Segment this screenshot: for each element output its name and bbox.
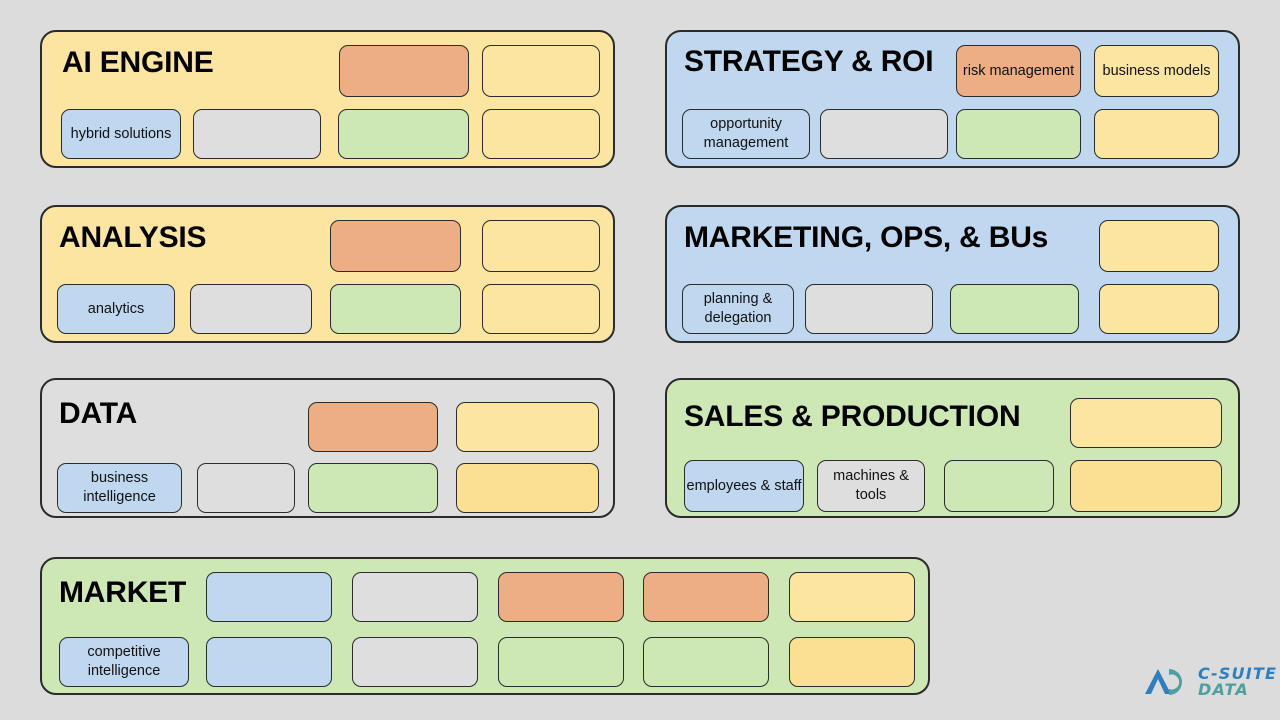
panel-title-marketing-ops-bus: MARKETING, OPS, & BUs [684, 221, 1049, 254]
cell-marketing-ops-bus-1[interactable]: planning & delegation [682, 284, 794, 334]
cell-analysis-0[interactable] [330, 220, 461, 272]
cell-label: business models [1102, 62, 1211, 79]
cell-sales-production-2[interactable]: machines & tools [817, 460, 925, 512]
cell-market-2[interactable] [498, 572, 624, 622]
cell-ai-engine-2[interactable]: hybrid solutions [61, 109, 181, 159]
cell-data-3[interactable] [197, 463, 295, 513]
panel-market[interactable]: MARKET competitive intelligence [40, 557, 930, 695]
cell-marketing-ops-bus-2[interactable] [805, 284, 933, 334]
cell-marketing-ops-bus-0[interactable] [1099, 220, 1219, 272]
cell-data-4[interactable] [308, 463, 438, 513]
cell-label: business intelligence [83, 470, 156, 505]
cell-market-5[interactable]: competitive intelligence [59, 637, 189, 687]
logo-line-2: DATA [1198, 680, 1249, 699]
panel-strategy-roi[interactable]: STRATEGY & ROI risk management business … [665, 30, 1240, 168]
cell-sales-production-1[interactable]: employees & staff [684, 460, 804, 512]
cell-label: hybrid solutions [70, 125, 172, 142]
panel-marketing-ops-bus[interactable]: MARKETING, OPS, & BUs planning & delegat… [665, 205, 1240, 343]
cell-label: opportunity management [703, 116, 789, 151]
cell-strategy-roi-0[interactable]: risk management [956, 45, 1081, 97]
cell-ai-engine-1[interactable] [482, 45, 600, 97]
cell-label: employees & staff [686, 477, 802, 494]
cell-sales-production-4[interactable] [1070, 460, 1222, 512]
cell-ai-engine-3[interactable] [193, 109, 321, 159]
cell-marketing-ops-bus-3[interactable] [950, 284, 1079, 334]
cell-strategy-roi-5[interactable] [1094, 109, 1219, 159]
panel-title-analysis: ANALYSIS [59, 221, 207, 254]
cell-label: machines & tools [833, 468, 909, 503]
cell-analysis-2[interactable]: analytics [57, 284, 175, 334]
cell-strategy-roi-4[interactable] [956, 109, 1081, 159]
logo-wordmark: C-SUITE DATA [1198, 666, 1277, 698]
panel-title-strategy-roi: STRATEGY & ROI [684, 45, 934, 78]
cell-marketing-ops-bus-4[interactable] [1099, 284, 1219, 334]
panel-title-sales-production: SALES & PRODUCTION [684, 400, 1021, 433]
c-suite-data-logo-icon [1145, 669, 1182, 695]
cell-strategy-roi-3[interactable] [820, 109, 948, 159]
panel-ai-engine[interactable]: AI ENGINE hybrid solutions [40, 30, 615, 168]
cell-market-9[interactable] [643, 637, 769, 687]
cell-analysis-4[interactable] [330, 284, 461, 334]
cell-analysis-3[interactable] [190, 284, 312, 334]
cell-ai-engine-0[interactable] [339, 45, 469, 97]
cell-analysis-1[interactable] [482, 220, 600, 272]
cell-label: risk management [962, 62, 1075, 79]
panel-analysis[interactable]: ANALYSIS analytics [40, 205, 615, 343]
cell-market-0[interactable] [206, 572, 332, 622]
cell-market-10[interactable] [789, 637, 915, 687]
cell-analysis-5[interactable] [482, 284, 600, 334]
panel-sales-production[interactable]: SALES & PRODUCTION employees & staff mac… [665, 378, 1240, 518]
cell-data-5[interactable] [456, 463, 599, 513]
cell-strategy-roi-1[interactable]: business models [1094, 45, 1219, 97]
panel-title-data: DATA [59, 397, 138, 430]
panel-data[interactable]: DATA business intelligence [40, 378, 615, 518]
panel-title-market: MARKET [59, 576, 187, 609]
cell-market-1[interactable] [352, 572, 478, 622]
cell-ai-engine-5[interactable] [482, 109, 600, 159]
cell-market-4[interactable] [789, 572, 915, 622]
cell-sales-production-3[interactable] [944, 460, 1054, 512]
cell-market-8[interactable] [498, 637, 624, 687]
cell-sales-production-0[interactable] [1070, 398, 1222, 448]
cell-data-1[interactable] [456, 402, 599, 452]
cell-label: planning & delegation [703, 291, 773, 326]
cell-strategy-roi-2[interactable]: opportunity management [682, 109, 810, 159]
cell-market-7[interactable] [352, 637, 478, 687]
cell-label: competitive intelligence [87, 644, 161, 679]
cell-data-2[interactable]: business intelligence [57, 463, 182, 513]
cell-market-6[interactable] [206, 637, 332, 687]
brand-logo: C-SUITE DATA [1143, 662, 1277, 702]
cell-ai-engine-4[interactable] [338, 109, 469, 159]
cell-label: analytics [87, 300, 145, 317]
cell-data-0[interactable] [308, 402, 438, 452]
panel-title-ai-engine: AI ENGINE [62, 46, 214, 79]
cell-market-3[interactable] [643, 572, 769, 622]
